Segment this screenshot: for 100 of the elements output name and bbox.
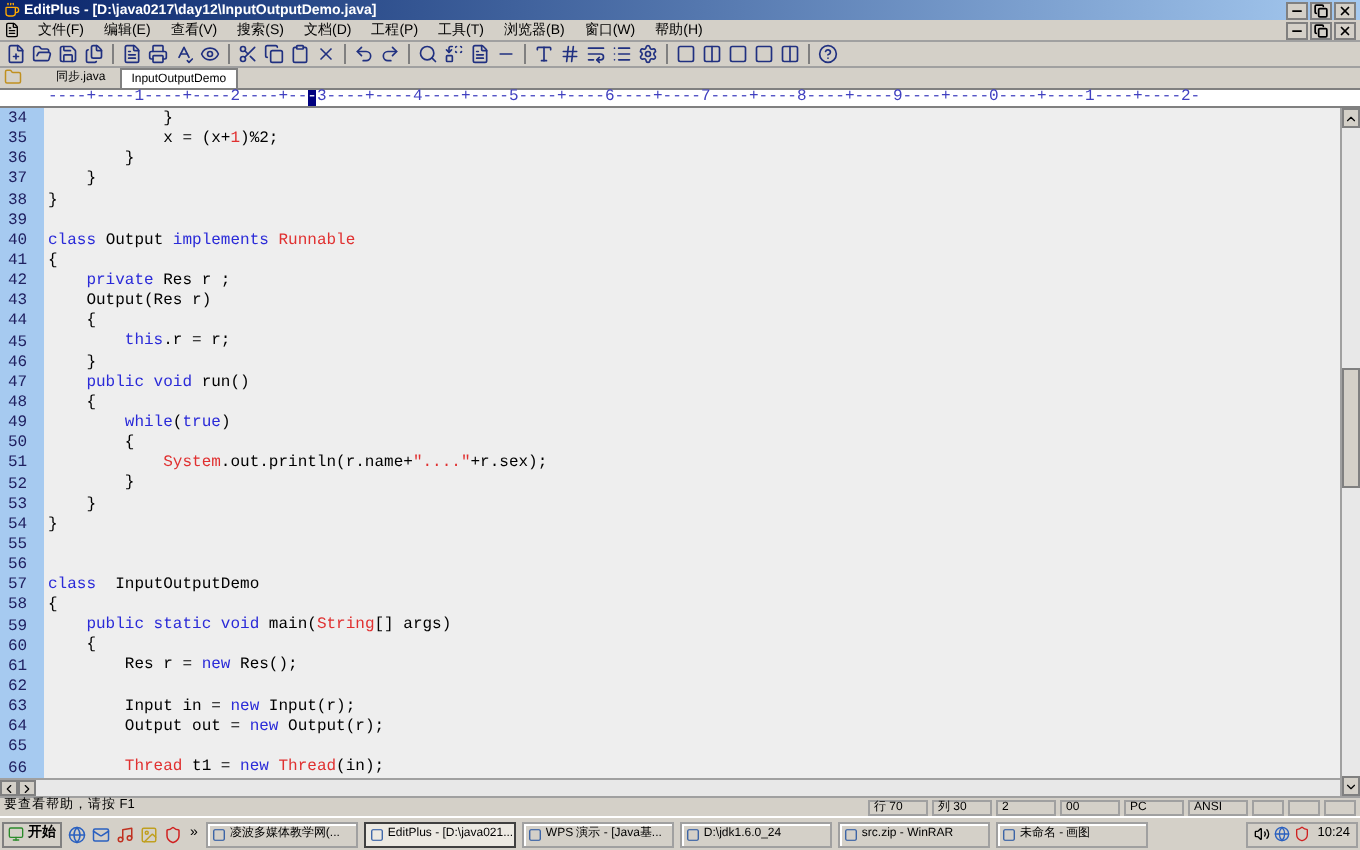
- line-number: 61: [6, 657, 30, 678]
- ruler: ----+----1----+----2----+---3----+----4----+----5----+----6----+----7----+----8----+----9----+----0----+----1----+----2-: [0, 90, 1360, 108]
- window-icon: [527, 827, 542, 841]
- window-icon: [369, 827, 384, 841]
- code-line: private Res r ;: [84, 272, 233, 292]
- code-line: Res r = new Res();: [122, 656, 300, 678]
- redo-icon[interactable]: [380, 44, 400, 64]
- wrap-icon[interactable]: [586, 44, 606, 64]
- new-file-icon[interactable]: [6, 44, 26, 64]
- printer-icon[interactable]: [148, 44, 168, 64]
- line-number: 62: [6, 677, 30, 699]
- line-number: 44: [6, 312, 30, 334]
- globe-icon[interactable]: [68, 825, 86, 843]
- music-icon[interactable]: [116, 825, 134, 843]
- window-icon[interactable]: [676, 44, 696, 64]
- speaker-icon[interactable]: [1253, 826, 1270, 842]
- mail-icon[interactable]: [92, 825, 110, 843]
- replace-icon[interactable]: [444, 44, 464, 64]
- line-number: 34: [6, 110, 30, 131]
- line-number: 60: [6, 637, 30, 658]
- font-icon[interactable]: [534, 44, 554, 64]
- code-line: Output(Res r): [84, 292, 214, 312]
- scrollbar-thumb[interactable]: [1342, 368, 1360, 488]
- code-line: Thread t1 = new Thread(in);: [122, 757, 387, 779]
- line-number: 48: [6, 393, 30, 415]
- window-icon: [211, 827, 226, 841]
- save-icon[interactable]: [58, 44, 78, 64]
- line-number: 57: [6, 576, 30, 597]
- code-line: public void run(): [84, 373, 252, 394]
- code-line: }: [48, 191, 60, 212]
- restore-button[interactable]: [1310, 1, 1332, 19]
- line-number: 53: [6, 495, 30, 516]
- code-line: Output out = new Output(r);: [122, 717, 387, 738]
- list-icon[interactable]: [612, 44, 632, 64]
- line-number: 38: [6, 191, 30, 212]
- copy-icon[interactable]: [264, 44, 284, 64]
- line-number: 52: [6, 475, 30, 496]
- code-line: }: [161, 110, 175, 131]
- line-number: 47: [6, 373, 30, 394]
- page-icon[interactable]: [470, 44, 490, 64]
- line-number: 37: [6, 170, 30, 192]
- restore-button[interactable]: [1310, 21, 1332, 39]
- restore-icon: [1314, 3, 1328, 17]
- code-line: }: [122, 150, 137, 171]
- code-line: }: [48, 515, 60, 536]
- close-button[interactable]: [1334, 1, 1356, 19]
- minimize-button[interactable]: [1286, 1, 1308, 19]
- document-icon[interactable]: [122, 44, 142, 64]
- code-line: System.out.println(r.name+"...."+r.sex);: [161, 454, 548, 475]
- frame-icon[interactable]: [728, 44, 748, 64]
- eye-icon[interactable]: [200, 44, 220, 64]
- code-line: public static void main(String[] args): [84, 616, 454, 636]
- line-number: 56: [6, 556, 30, 577]
- line-number: 43: [6, 292, 30, 313]
- line-number: 40: [6, 231, 30, 252]
- code-line: }: [122, 474, 137, 496]
- cut-icon[interactable]: [238, 44, 258, 64]
- panel-icon[interactable]: [754, 44, 774, 64]
- line-number: 51: [6, 454, 30, 476]
- line-number: 50: [6, 434, 30, 455]
- undo-icon[interactable]: [354, 44, 374, 64]
- code-line: x = (x+1)%2;: [161, 130, 281, 151]
- restore-icon: [1314, 23, 1328, 37]
- code-line: class InputOutputDemo: [48, 575, 262, 596]
- app-icon: [4, 2, 20, 18]
- code-line: class Output implements Runnable: [48, 231, 358, 252]
- line-number: 36: [6, 150, 30, 171]
- folder-icon[interactable]: [32, 44, 52, 64]
- code-line: }: [84, 353, 99, 374]
- line-number: 41: [6, 251, 30, 273]
- files-icon[interactable]: [84, 44, 104, 64]
- code-line: {: [48, 596, 60, 617]
- help-icon[interactable]: [818, 44, 838, 64]
- search-icon[interactable]: [418, 44, 438, 64]
- horizontal-scrollbar[interactable]: [0, 778, 1340, 796]
- close-button[interactable]: [1334, 21, 1356, 39]
- settings-icon[interactable]: [638, 44, 658, 64]
- window-icon: [1001, 827, 1016, 841]
- line-number: 49: [6, 414, 30, 435]
- code-line: {: [122, 434, 137, 455]
- split-icon[interactable]: [780, 44, 800, 64]
- delete-icon[interactable]: [316, 44, 336, 64]
- hash-icon[interactable]: [560, 44, 580, 64]
- code-line: }: [84, 170, 99, 192]
- code-line: Input in = new Input(r);: [122, 697, 358, 718]
- globe-icon[interactable]: [1273, 826, 1290, 842]
- columns-icon[interactable]: [702, 44, 722, 64]
- line-number: 35: [6, 130, 30, 151]
- minimize-button[interactable]: [1286, 21, 1308, 39]
- line-number: 39: [6, 211, 30, 232]
- paste-icon[interactable]: [290, 44, 310, 64]
- code-line: {: [84, 636, 99, 657]
- vertical-scrollbar[interactable]: [1340, 108, 1360, 796]
- shield-icon[interactable]: [1293, 826, 1310, 842]
- code-line: {: [84, 393, 99, 414]
- line-number: 55: [6, 535, 30, 557]
- shield-icon[interactable]: [164, 825, 182, 843]
- line-number: 42: [6, 272, 30, 293]
- spellcheck-icon[interactable]: [174, 44, 194, 64]
- line-number: 45: [6, 333, 30, 354]
